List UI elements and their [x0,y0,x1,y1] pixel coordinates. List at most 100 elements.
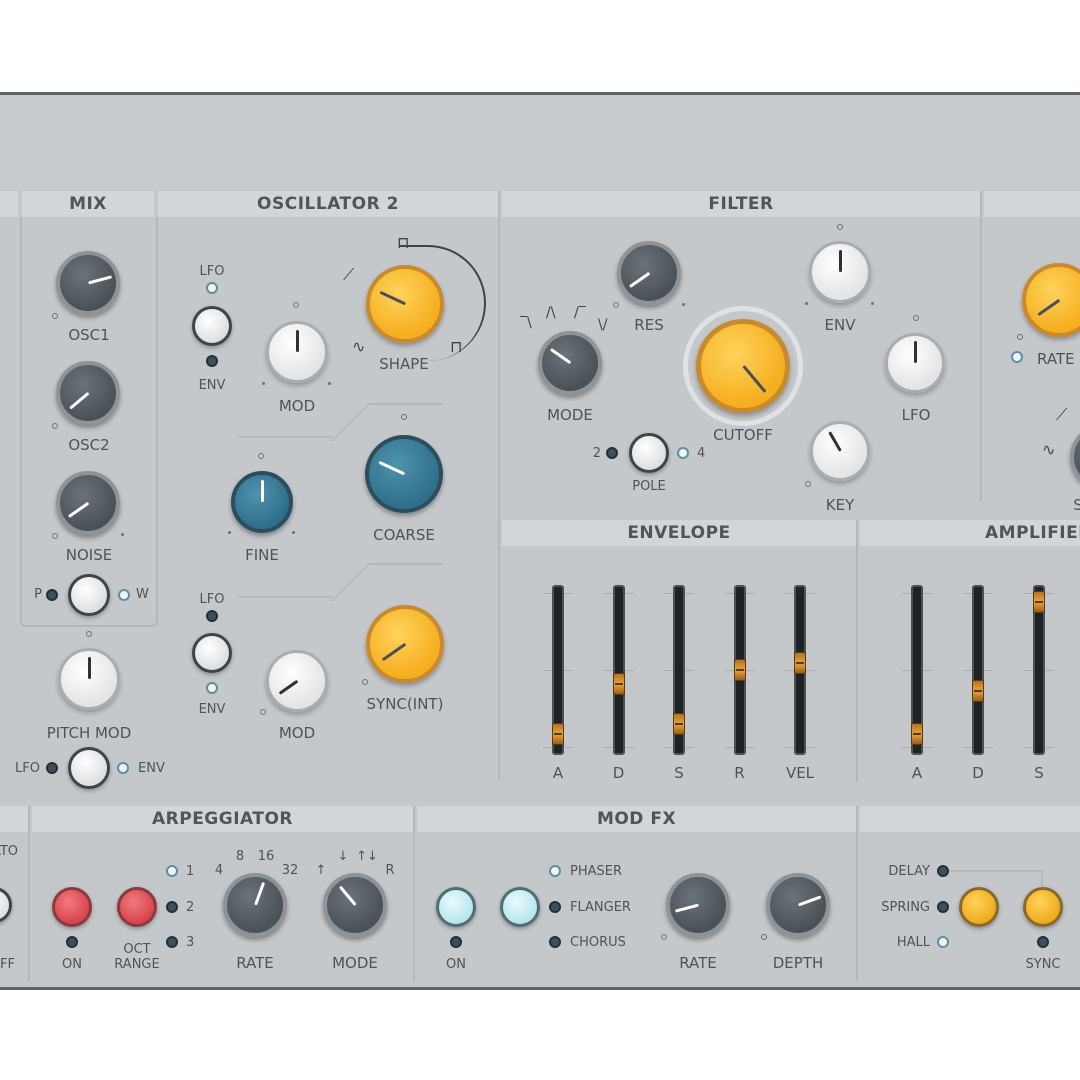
saw-wave-icon: ⟋ [343,265,355,284]
delay-sync-label: SYNC [1025,957,1061,972]
section-header-oscillator2: OSCILLATOR 2 [158,191,498,217]
envelope-d-slider-handle[interactable] [612,673,625,696]
lfo-shape-label: S [1073,497,1080,513]
knob-min-dot [52,313,58,319]
section-header-lfo-partial [984,191,1080,217]
shape-knob[interactable] [366,265,444,343]
delay-type-hall-label: HALL [896,935,930,950]
arp-mode-knob[interactable] [323,873,387,937]
pole-4-label: 4 [697,446,706,461]
envelope-r-label: R [734,764,745,782]
arp-oct-2-led [166,901,178,913]
section-header-filter: FILTER [502,191,980,217]
pulse-wave-icon: ⊓ [450,337,463,356]
glide-ato-label: ATO [0,844,18,859]
knob-center-dot [401,414,407,420]
knob-max-tick [682,303,685,306]
fine-knob[interactable] [231,471,293,533]
arp-oct-2-label: 2 [186,900,195,915]
filter-mode-knob[interactable] [538,331,602,395]
separator-line [331,563,371,601]
lfo-rate-label: RATE [1037,350,1075,368]
osc2-mod-top-label: MOD [278,397,316,415]
amplifier-a-slider-handle[interactable] [911,722,923,745]
modfx-on-button[interactable] [436,887,476,927]
osc2-mod-bottom-knob[interactable] [266,650,328,712]
arp-oct-3-label: 3 [186,935,195,950]
phaser-led [549,865,561,877]
separator-line [238,436,333,438]
envelope-s-label: S [674,764,684,782]
osc1-knob[interactable] [56,251,120,315]
pitch-mod-source-button[interactable] [68,747,110,789]
amplifier-s-slider-handle[interactable] [1033,590,1045,613]
coarse-knob[interactable] [365,435,443,513]
delay-sync-led [1037,936,1049,948]
section-header-left-partial [0,191,18,217]
delay-type-spring-label: SPRING [881,900,930,915]
connector-line [1041,870,1043,886]
w-led [118,589,130,601]
w-label: W [136,587,149,602]
modfx-rate-knob[interactable] [666,873,730,937]
arp-rate-knob[interactable] [223,873,287,937]
lfo-shape-knob[interactable] [1070,425,1080,489]
cutoff-knob[interactable] [696,319,790,413]
filter-key-knob[interactable] [810,421,870,481]
arp-mode-up-label: ↑ [315,863,327,878]
amplifier-d-slider-handle[interactable] [972,680,984,703]
arp-oct-range-button[interactable] [117,887,157,927]
delay-type-button[interactable] [959,887,999,927]
knob-max-tick [328,382,331,385]
osc2-mod-bottom-label: MOD [278,724,316,742]
sine-wave-icon: ∿ [352,337,366,356]
divider [498,191,500,779]
filter-env-knob[interactable] [809,241,871,303]
modfx-type-button[interactable] [500,887,540,927]
delay-sync-button[interactable] [1023,887,1063,927]
pitch-mod-lfo-label: LFO [15,761,40,776]
res-label: RES [634,316,664,334]
envelope-r-slider-handle[interactable] [733,659,746,681]
knob-min-dot [1017,334,1023,340]
knob-center-dot [913,315,919,321]
osc2-mod-source-top-button[interactable] [192,306,232,346]
section-header-glide-partial [0,806,28,832]
section-header-mix: MIX [22,191,154,217]
osc2-mod-source-bottom-button[interactable] [192,633,232,673]
sine-wave-icon: ∿ [1042,440,1056,459]
sync-int-knob[interactable] [366,605,444,683]
section-header-envelope: ENVELOPE [502,520,856,546]
osc2-knob[interactable] [56,361,120,425]
osc2-mod-top-knob[interactable] [266,321,328,383]
p-w-switch-button[interactable] [68,574,110,616]
noise-knob[interactable] [56,471,120,535]
modfx-on-led [450,936,462,948]
osc2-env-bottom-led [206,682,218,694]
modfx-depth-knob[interactable] [766,873,830,937]
osc2-lfo-bottom-led [206,610,218,622]
osc2-env-top-led [206,355,218,367]
phaser-label: PHASER [570,864,623,879]
envelope-d-slider-track[interactable] [612,585,625,755]
pitch-mod-lfo-led [46,762,58,774]
glide-button[interactable] [0,887,12,923]
divider [856,520,858,782]
pole-switch-button[interactable] [629,433,669,473]
arp-on-led [66,936,78,948]
envelope-d-label: D [612,764,625,782]
envelope-vel-slider-handle[interactable] [794,651,806,674]
pole-2-label: 2 [592,446,601,461]
amplifier-d-slider-track[interactable] [972,585,984,755]
envelope-s-slider-handle[interactable] [673,712,685,735]
filter-lfo-knob[interactable] [885,333,945,393]
modfx-rate-label: RATE [679,954,717,972]
lfo-rate-knob[interactable] [1022,263,1080,337]
notch-icon: \/ [598,317,608,333]
pitch-mod-knob[interactable] [58,648,120,710]
envelope-a-slider-handle[interactable] [552,722,564,745]
knob-center-dot [86,631,92,637]
arp-on-button[interactable] [52,887,92,927]
res-knob[interactable] [617,241,681,305]
arp-oct-1-led [166,865,178,877]
